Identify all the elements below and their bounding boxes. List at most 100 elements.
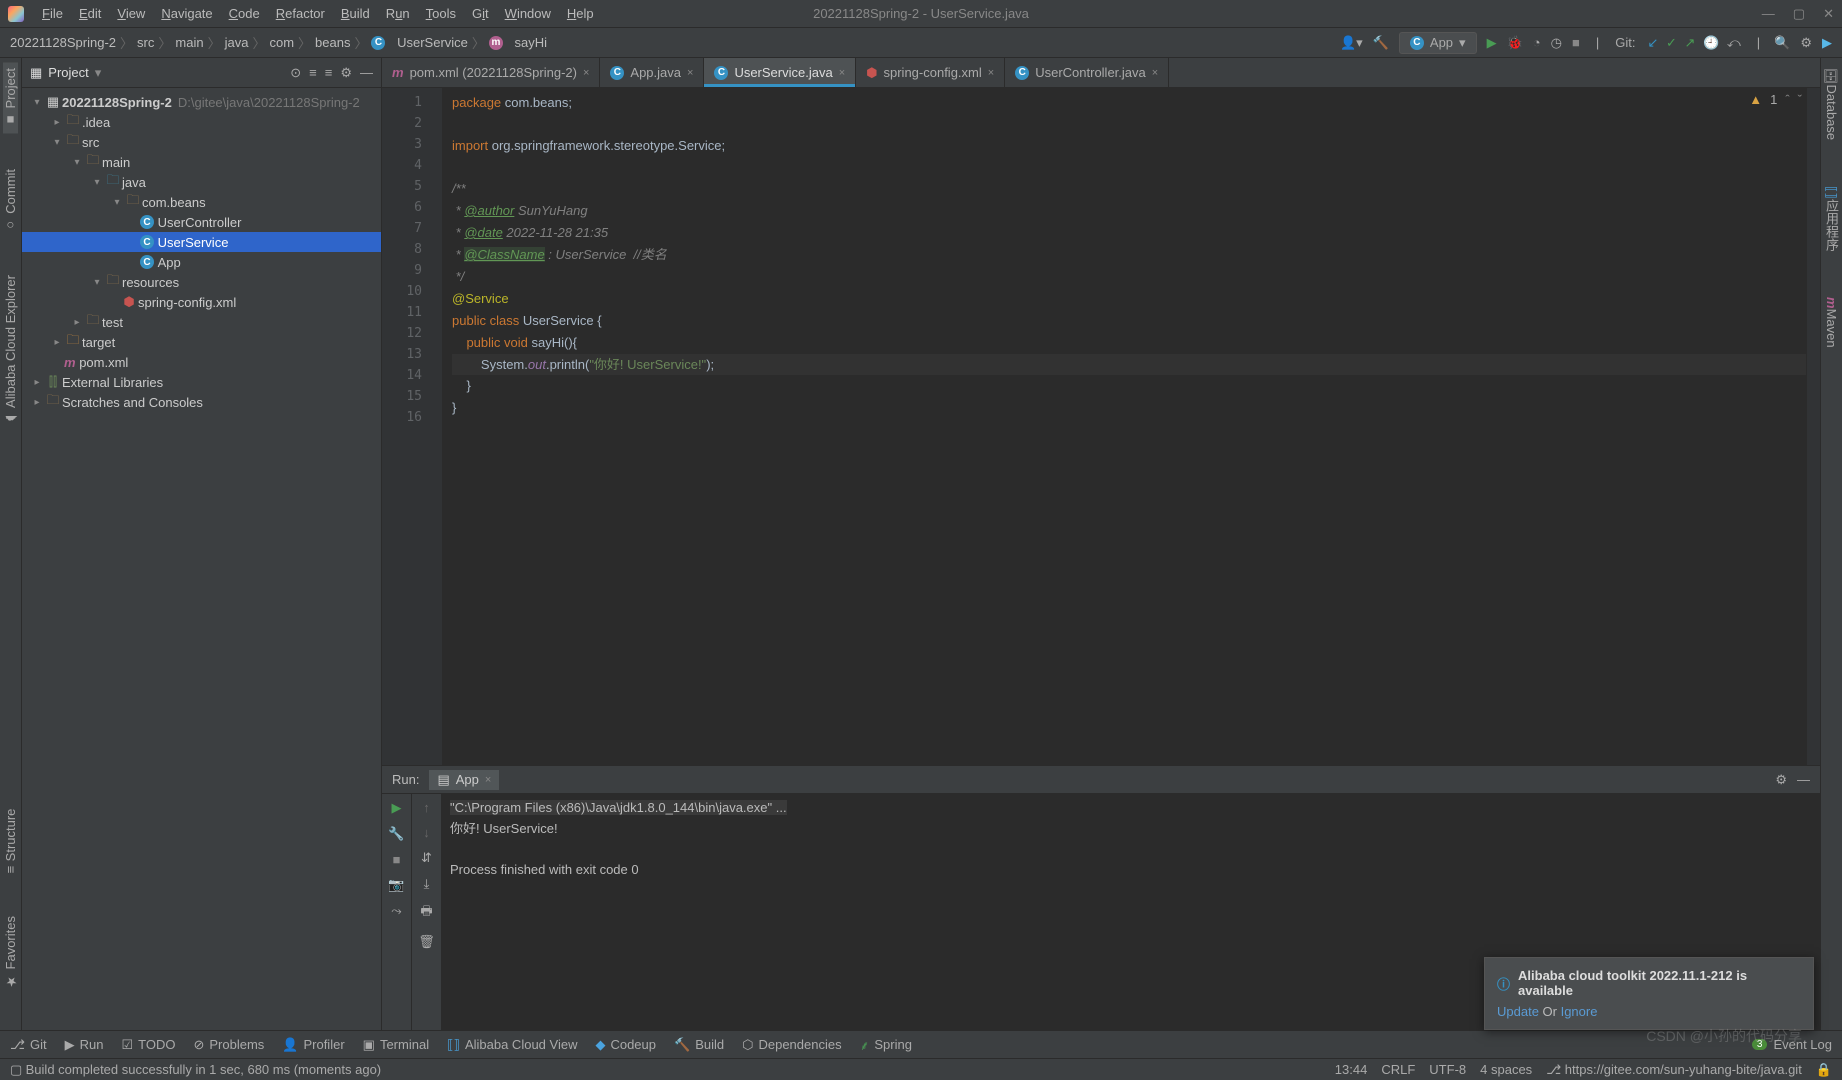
bottom-todo[interactable]: ☑TODO [121,1037,175,1053]
stripe-database[interactable]: 🗄Database [1824,62,1839,146]
exit-icon[interactable]: ⤳ [391,903,401,919]
git-rollback-icon[interactable]: ⤺ [1725,35,1743,50]
close-icon[interactable]: × [839,67,845,79]
menu-refactor[interactable]: Refactor [268,6,333,21]
crumb-com[interactable]: com [269,35,294,50]
tree-userservice[interactable]: C UserService [22,232,381,252]
bottom-spring[interactable]: ⸙Spring [860,1036,912,1054]
tree-root[interactable]: ▾▦20221128Spring-2D:\gitee\java\20221128… [22,92,381,112]
print-icon[interactable]: 🖶 [420,902,432,924]
debug-icon[interactable]: 🐞 [1507,35,1523,51]
tree-ext-libs[interactable]: ▸⫿⫿External Libraries [22,372,381,392]
bottom-problems[interactable]: ⊘Problems [193,1037,264,1053]
tree-pkg[interactable]: ▾🗀com.beans [22,192,381,212]
tree-pom[interactable]: m pom.xml [22,352,381,372]
close-icon[interactable]: × [583,67,589,79]
menu-view[interactable]: View [109,6,153,21]
settings-icon[interactable]: ⚙ [340,65,352,81]
tree-java[interactable]: ▾🗀java [22,172,381,192]
code-content[interactable]: package com.beans; import org.springfram… [442,88,1806,765]
status-icon[interactable]: ▢ [10,1062,22,1078]
close-icon[interactable]: ✕ [1823,6,1834,22]
project-tree[interactable]: ▾▦20221128Spring-2D:\gitee\java\20221128… [22,88,381,1030]
bottom-deps[interactable]: ⬡Dependencies [742,1037,841,1053]
bottom-alicloud[interactable]: ⟦⟧Alibaba Cloud View [447,1037,577,1053]
tree-app[interactable]: C App [22,252,381,272]
tree-src[interactable]: ▾🗀src [22,132,381,152]
bottom-build[interactable]: 🔨Build [674,1037,724,1053]
build-icon[interactable]: 🔨 [1373,35,1389,51]
settings-icon[interactable]: ⚙ [1775,772,1787,788]
bottom-profiler[interactable]: 👤Profiler [282,1037,344,1053]
scroll-end-icon[interactable]: ⤓ [424,876,430,892]
stripe-app[interactable]: ⟦⟧应用程序 [1822,180,1841,257]
tree-usercontroller[interactable]: C UserController [22,212,381,232]
menu-code[interactable]: Code [221,6,268,21]
hide-icon[interactable]: — [360,65,373,81]
git-history-icon[interactable]: 🕘 [1701,35,1721,50]
crumb-java[interactable]: java [225,35,249,50]
close-icon[interactable]: × [1152,67,1158,79]
bottom-codeup[interactable]: ◆Codeup [595,1037,656,1053]
crumb-src[interactable]: src [137,35,154,50]
git-update-icon[interactable]: ↙ [1645,35,1660,50]
stripe-structure[interactable]: ≡Structure [3,803,18,879]
crumb-userservice[interactable]: C UserService [371,35,467,50]
hide-icon[interactable]: — [1797,772,1810,788]
stripe-commit[interactable]: ○Commit [3,163,18,239]
stop-icon[interactable]: ■ [1572,35,1580,50]
ide-plugin-icon[interactable]: ▶ [1822,35,1832,51]
run-icon[interactable]: ▶ [1487,35,1497,51]
menu-file[interactable]: File [34,6,71,21]
status-indent[interactable]: 4 spaces [1480,1062,1532,1078]
search-icon[interactable]: 🔍 [1774,35,1790,51]
settings-icon[interactable]: ⚙ [1800,35,1812,51]
soft-wrap-icon[interactable]: ⇵ [421,850,432,866]
close-icon[interactable]: × [485,774,491,786]
notification-ignore-link[interactable]: Ignore [1561,1004,1598,1019]
tree-spring-config[interactable]: ⬢spring-config.xml [22,292,381,312]
status-encoding[interactable]: UTF-8 [1429,1062,1466,1078]
run-config-selector[interactable]: C App ▾ [1399,32,1477,54]
profile-icon[interactable]: ◷ [1551,35,1562,51]
bottom-run[interactable]: ▶Run [65,1037,104,1053]
tree-scratches[interactable]: ▸🗀Scratches and Consoles [22,392,381,412]
code-editor[interactable]: ▲1 ˆˇ 12345678910111213141516 package co… [382,88,1820,765]
crumb-project[interactable]: 20221128Spring-2 [10,35,116,50]
tab-app[interactable]: CApp.java× [600,58,704,87]
user-icon[interactable]: 👤▾ [1340,35,1363,51]
select-opened-icon[interactable]: ⊙ [290,65,301,81]
menu-navigate[interactable]: Navigate [153,6,220,21]
tree-resources[interactable]: ▾🗀resources [22,272,381,292]
run-tab[interactable]: ▤App× [429,770,499,790]
rerun-icon[interactable]: ▶ [392,800,402,816]
git-commit-icon[interactable]: ✓ [1664,35,1679,50]
coverage-icon[interactable]: ◔ [1533,35,1541,50]
inspection-widget[interactable]: ▲1 ˆˇ [1749,92,1802,107]
clear-icon[interactable]: 🗑 [418,934,435,950]
close-icon[interactable]: × [988,67,994,79]
git-push-icon[interactable]: ↗ [1683,35,1698,50]
tree-idea[interactable]: ▸🗀.idea [22,112,381,132]
wrench-icon[interactable]: 🔧 [388,826,404,842]
stripe-project[interactable]: ■Project [3,62,18,133]
tab-spring-config[interactable]: ⬢spring-config.xml× [856,58,1005,87]
notification-update-link[interactable]: Update [1497,1004,1539,1019]
menu-tools[interactable]: Tools [418,6,464,21]
stripe-maven[interactable]: mMaven [1824,291,1839,354]
crumb-main[interactable]: main [175,35,203,50]
minimize-icon[interactable]: — [1762,6,1775,22]
tab-pom[interactable]: mpom.xml (20221128Spring-2)× [382,58,600,87]
lock-icon[interactable]: 🔒 [1816,1062,1832,1078]
collapse-all-icon[interactable]: ≡ [325,65,333,81]
menu-help[interactable]: Help [559,6,602,21]
menu-run[interactable]: Run [378,6,418,21]
bottom-terminal[interactable]: ▣Terminal [363,1037,429,1053]
menu-git[interactable]: Git [464,6,497,21]
menu-edit[interactable]: Edit [71,6,109,21]
tree-main[interactable]: ▾🗀main [22,152,381,172]
tab-userservice[interactable]: CUserService.java× [704,58,856,87]
maximize-icon[interactable]: ▢ [1793,6,1805,22]
status-branch[interactable]: ⎇ https://gitee.com/sun-yuhang-bite/java… [1546,1062,1802,1078]
project-panel-title[interactable]: ▦ Project ▾ [30,65,101,81]
